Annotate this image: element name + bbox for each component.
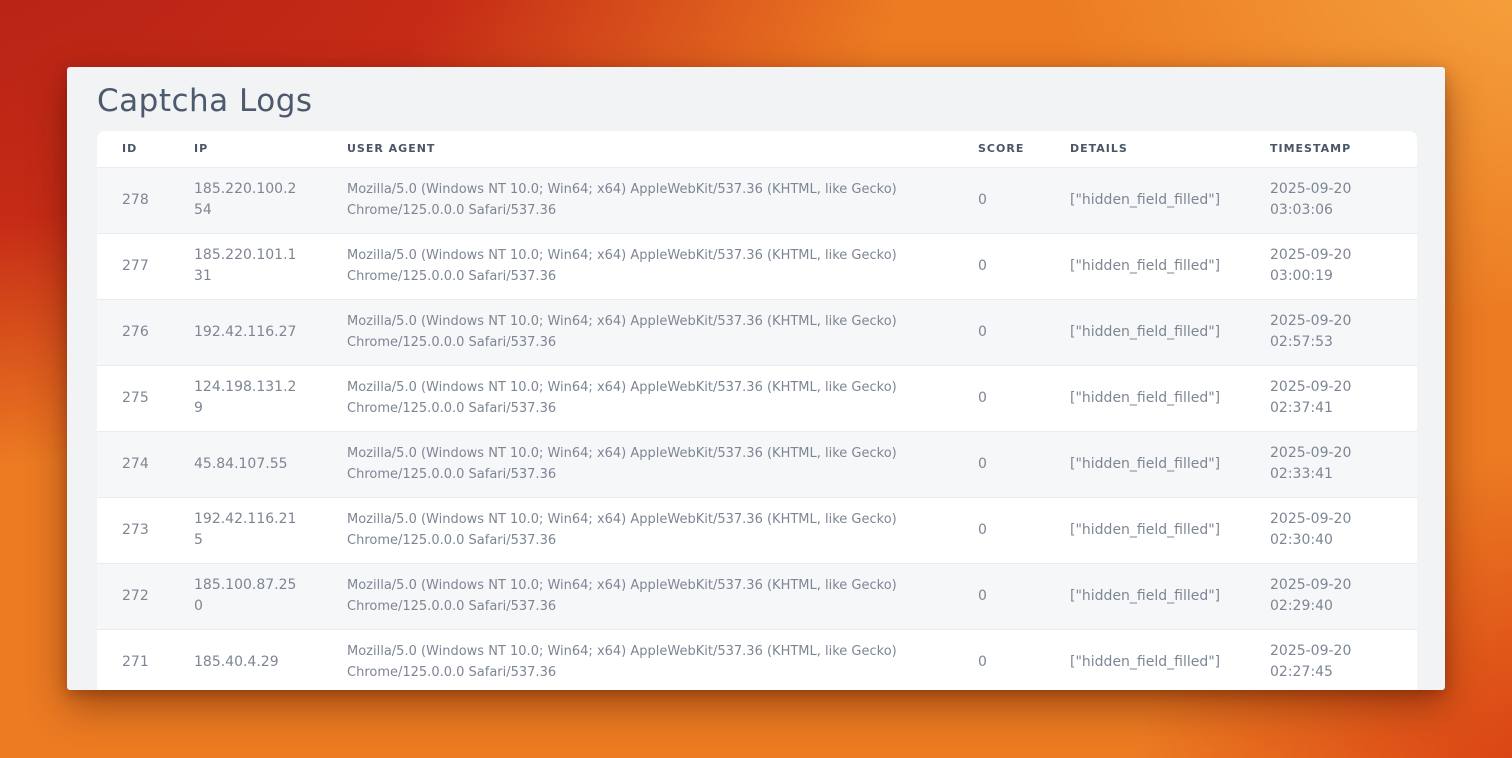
cell-timestamp: 2025-09-20 03:03:06 — [1245, 167, 1417, 233]
cell-details: ["hidden_field_filled"] — [1045, 629, 1245, 690]
cell-details: ["hidden_field_filled"] — [1045, 299, 1245, 365]
table-header-row: IDIPUSER AGENTSCOREDETAILSTIMESTAMP — [97, 131, 1417, 167]
table-row: 27445.84.107.55Mozilla/5.0 (Windows NT 1… — [97, 431, 1417, 497]
cell-id: 276 — [97, 299, 169, 365]
table-row: 273192.42.116.215Mozilla/5.0 (Windows NT… — [97, 497, 1417, 563]
cell-user_agent: Mozilla/5.0 (Windows NT 10.0; Win64; x64… — [322, 167, 953, 233]
table-row: 272185.100.87.250Mozilla/5.0 (Windows NT… — [97, 563, 1417, 629]
cell-score: 0 — [953, 563, 1045, 629]
cell-id: 275 — [97, 365, 169, 431]
cell-score: 0 — [953, 365, 1045, 431]
cell-user_agent: Mozilla/5.0 (Windows NT 10.0; Win64; x64… — [322, 233, 953, 299]
table-row: 277185.220.101.131Mozilla/5.0 (Windows N… — [97, 233, 1417, 299]
cell-score: 0 — [953, 167, 1045, 233]
column-header-score: SCORE — [953, 131, 1045, 167]
logs-table-body: 278185.220.100.254Mozilla/5.0 (Windows N… — [97, 167, 1417, 690]
table-row: 276192.42.116.27Mozilla/5.0 (Windows NT … — [97, 299, 1417, 365]
cell-ip: 185.40.4.29 — [169, 629, 322, 690]
cell-ip: 45.84.107.55 — [169, 431, 322, 497]
cell-ip: 185.220.101.131 — [169, 233, 322, 299]
cell-user_agent: Mozilla/5.0 (Windows NT 10.0; Win64; x64… — [322, 365, 953, 431]
column-header-id: ID — [97, 131, 169, 167]
cell-id: 273 — [97, 497, 169, 563]
cell-timestamp: 2025-09-20 02:57:53 — [1245, 299, 1417, 365]
cell-timestamp: 2025-09-20 02:27:45 — [1245, 629, 1417, 690]
cell-timestamp: 2025-09-20 03:00:19 — [1245, 233, 1417, 299]
table-row: 275124.198.131.29Mozilla/5.0 (Windows NT… — [97, 365, 1417, 431]
cell-id: 272 — [97, 563, 169, 629]
cell-id: 271 — [97, 629, 169, 690]
cell-user_agent: Mozilla/5.0 (Windows NT 10.0; Win64; x64… — [322, 431, 953, 497]
cell-user_agent: Mozilla/5.0 (Windows NT 10.0; Win64; x64… — [322, 563, 953, 629]
cell-id: 278 — [97, 167, 169, 233]
cell-ip: 124.198.131.29 — [169, 365, 322, 431]
cell-timestamp: 2025-09-20 02:30:40 — [1245, 497, 1417, 563]
cell-details: ["hidden_field_filled"] — [1045, 497, 1245, 563]
cell-user_agent: Mozilla/5.0 (Windows NT 10.0; Win64; x64… — [322, 497, 953, 563]
cell-ip: 185.220.100.254 — [169, 167, 322, 233]
cell-details: ["hidden_field_filled"] — [1045, 233, 1245, 299]
cell-score: 0 — [953, 431, 1045, 497]
cell-score: 0 — [953, 629, 1045, 690]
page-background: Captcha Logs IDIPUSER AGENTSCOREDETAILST… — [0, 0, 1512, 758]
cell-details: ["hidden_field_filled"] — [1045, 167, 1245, 233]
cell-score: 0 — [953, 233, 1045, 299]
cell-user_agent: Mozilla/5.0 (Windows NT 10.0; Win64; x64… — [322, 629, 953, 690]
cell-timestamp: 2025-09-20 02:37:41 — [1245, 365, 1417, 431]
cell-ip: 192.42.116.215 — [169, 497, 322, 563]
logs-table: IDIPUSER AGENTSCOREDETAILSTIMESTAMP 2781… — [97, 131, 1417, 690]
column-header-user_agent: USER AGENT — [322, 131, 953, 167]
cell-timestamp: 2025-09-20 02:29:40 — [1245, 563, 1417, 629]
cell-user_agent: Mozilla/5.0 (Windows NT 10.0; Win64; x64… — [322, 299, 953, 365]
column-header-details: DETAILS — [1045, 131, 1245, 167]
column-header-ip: IP — [169, 131, 322, 167]
table-row: 278185.220.100.254Mozilla/5.0 (Windows N… — [97, 167, 1417, 233]
cell-id: 274 — [97, 431, 169, 497]
cell-score: 0 — [953, 299, 1045, 365]
cell-details: ["hidden_field_filled"] — [1045, 365, 1245, 431]
cell-details: ["hidden_field_filled"] — [1045, 431, 1245, 497]
cell-timestamp: 2025-09-20 02:33:41 — [1245, 431, 1417, 497]
cell-details: ["hidden_field_filled"] — [1045, 563, 1245, 629]
cell-ip: 185.100.87.250 — [169, 563, 322, 629]
captcha-logs-card: Captcha Logs IDIPUSER AGENTSCOREDETAILST… — [67, 67, 1445, 690]
cell-ip: 192.42.116.27 — [169, 299, 322, 365]
cell-score: 0 — [953, 497, 1045, 563]
logs-table-container: IDIPUSER AGENTSCOREDETAILSTIMESTAMP 2781… — [97, 131, 1417, 690]
table-row: 271185.40.4.29Mozilla/5.0 (Windows NT 10… — [97, 629, 1417, 690]
page-title: Captcha Logs — [67, 67, 1445, 131]
column-header-timestamp: TIMESTAMP — [1245, 131, 1417, 167]
cell-id: 277 — [97, 233, 169, 299]
